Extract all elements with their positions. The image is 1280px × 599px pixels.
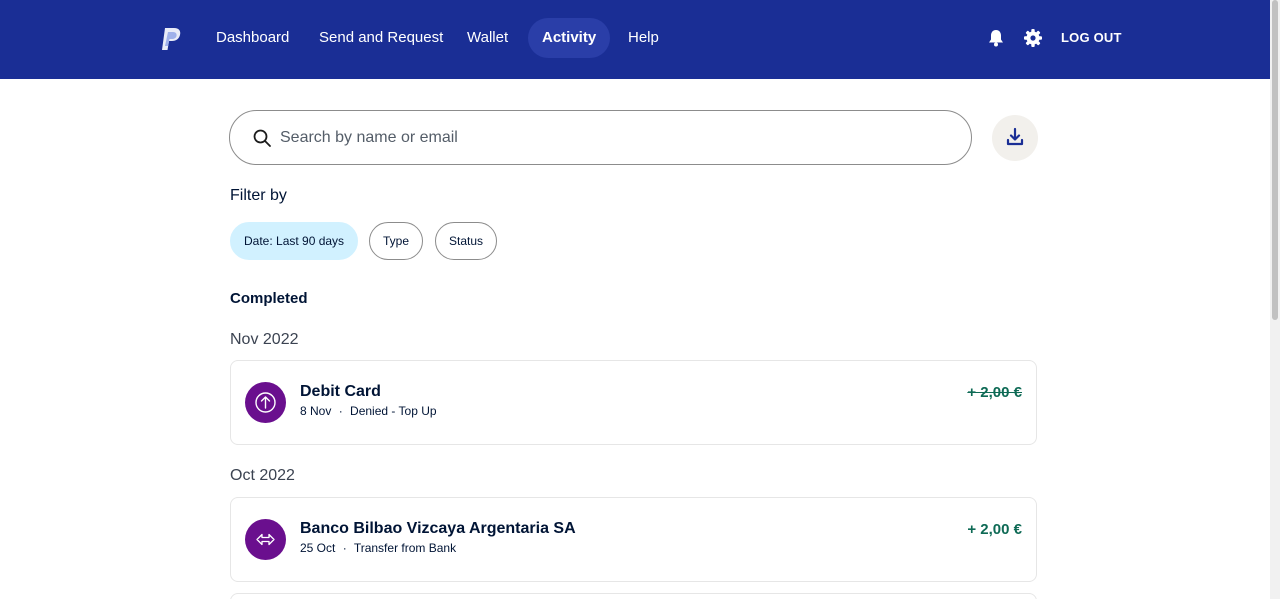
transaction-amount: + 2,00 € — [967, 384, 1022, 401]
transaction-card[interactable]: Banco Bilbao Vizcaya Argentaria SA 25 Oc… — [230, 497, 1037, 582]
filter-chip-date[interactable]: Date: Last 90 days — [230, 222, 359, 260]
meta-separator: · — [342, 541, 347, 555]
transaction-name: Debit Card — [300, 383, 381, 400]
transaction-detail: Transfer from Bank — [353, 541, 457, 555]
meta-separator: · — [338, 404, 343, 418]
transaction-date: 25 Oct — [300, 541, 336, 555]
search-box — [229, 110, 972, 165]
transaction-card-partial[interactable] — [230, 593, 1037, 599]
transaction-avatar — [245, 519, 286, 560]
bell-icon[interactable] — [986, 28, 1006, 48]
transaction-meta: 8 Nov · Denied - Top Up — [300, 404, 437, 418]
filter-chip-type[interactable]: Type — [369, 222, 424, 260]
nav-activity[interactable]: Activity — [528, 18, 611, 58]
search-icon — [253, 129, 271, 147]
transaction-meta: 25 Oct · Transfer from Bank — [300, 541, 456, 555]
logout-button[interactable]: LOG OUT — [1061, 30, 1122, 45]
filter-chip-status[interactable]: Status — [435, 222, 498, 260]
month-heading: Nov 2022 — [230, 331, 299, 348]
upload-icon — [255, 392, 276, 413]
transaction-name: Banco Bilbao Vizcaya Argentaria SA — [300, 520, 576, 537]
transaction-amount: + 2,00 € — [967, 521, 1022, 538]
download-button[interactable] — [992, 115, 1038, 161]
month-heading: Oct 2022 — [230, 467, 295, 484]
transaction-avatar — [245, 382, 286, 423]
nav-wallet[interactable]: Wallet — [453, 18, 522, 58]
section-title: Completed — [230, 290, 308, 307]
paypal-logo-icon[interactable] — [158, 26, 184, 52]
filter-label: Filter by — [230, 187, 287, 204]
scrollbar-thumb[interactable] — [1272, 0, 1278, 320]
search-input[interactable] — [280, 121, 940, 155]
transaction-detail: Denied - Top Up — [350, 404, 437, 418]
top-navigation-bar: Dashboard Send and Request Wallet Activi… — [0, 0, 1270, 79]
transaction-card[interactable]: Debit Card 8 Nov · Denied - Top Up + 2,0… — [230, 360, 1037, 445]
transaction-date: 8 Nov — [300, 404, 332, 418]
nav-dashboard[interactable]: Dashboard — [202, 18, 303, 58]
nav-send-and-request[interactable]: Send and Request — [305, 18, 457, 58]
download-icon — [1006, 127, 1024, 146]
gear-icon[interactable] — [1023, 28, 1043, 48]
transfer-icon — [256, 533, 275, 546]
nav-help[interactable]: Help — [614, 18, 673, 58]
